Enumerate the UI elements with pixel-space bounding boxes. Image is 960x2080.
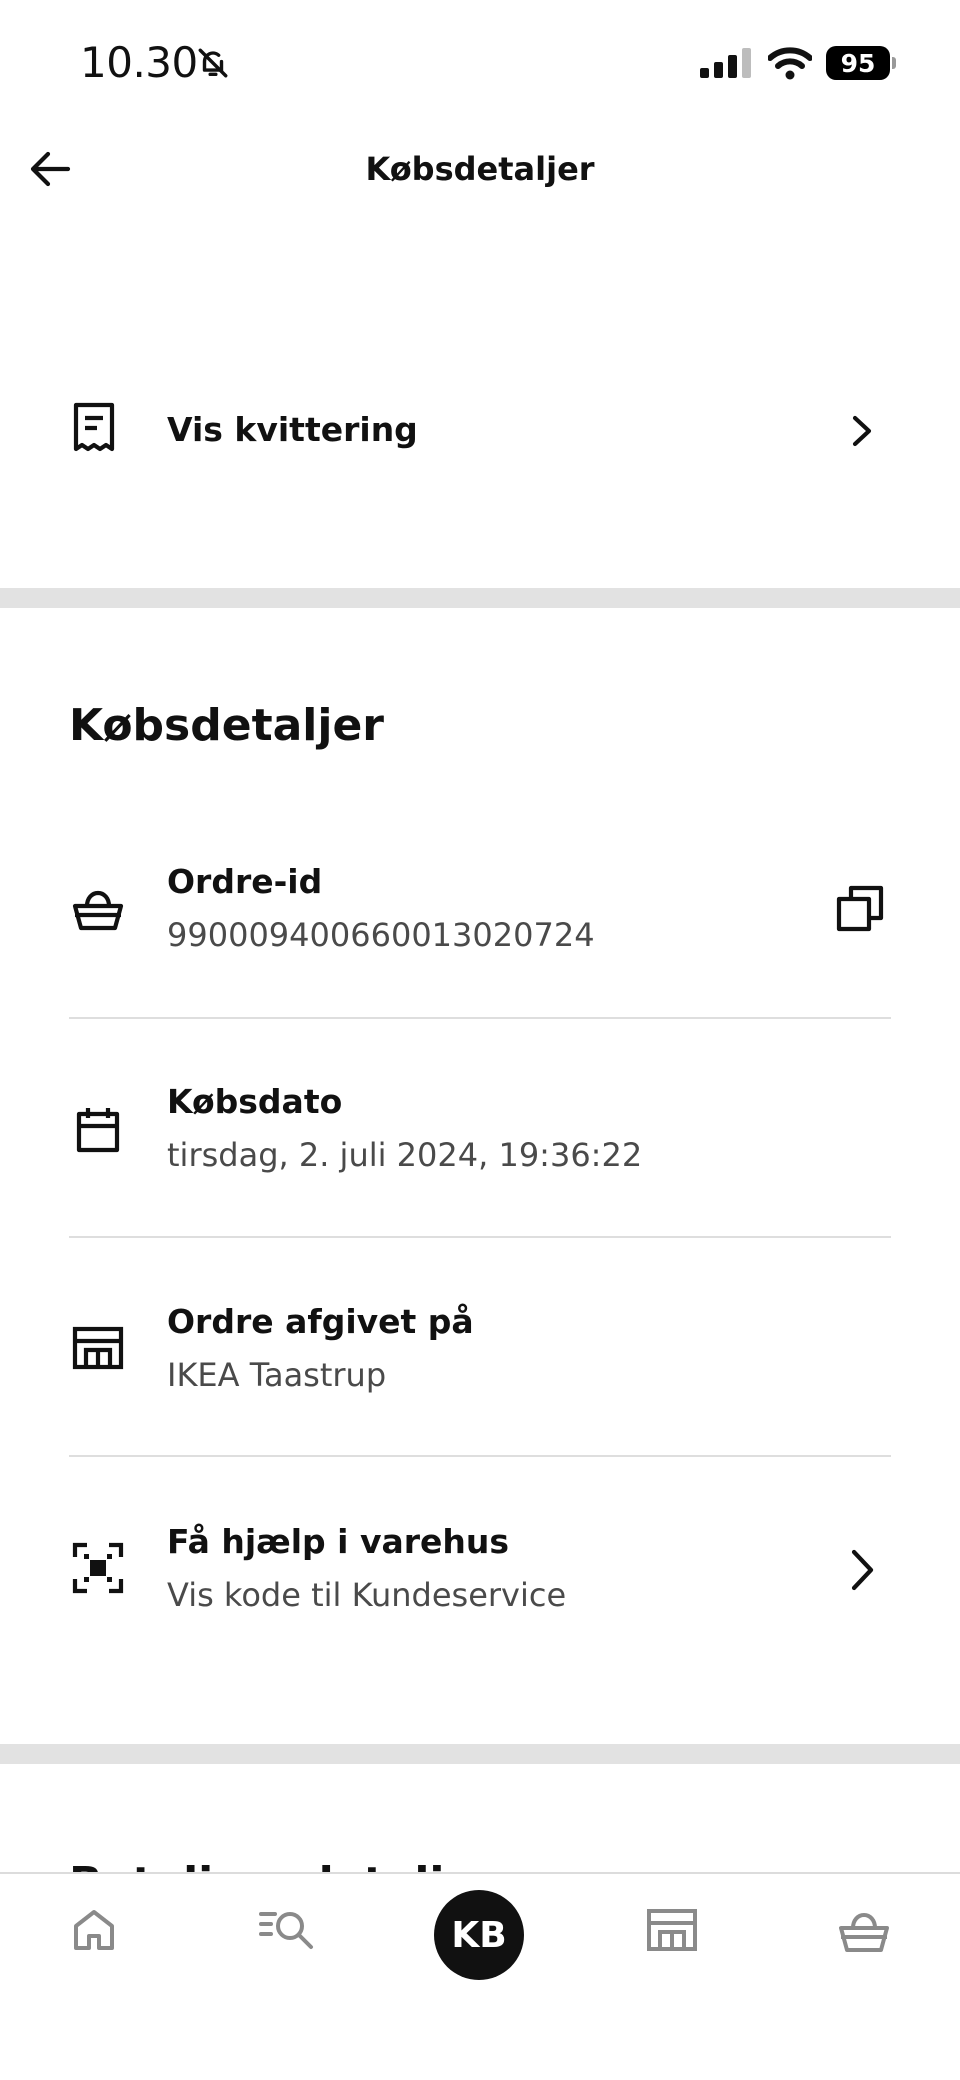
battery-indicator: 95 — [826, 46, 890, 80]
battery-tip — [892, 57, 896, 69]
order-id-row: Ordre-id 990009400660013020724 — [0, 850, 960, 1010]
placed-at-label: Ordre afgivet på — [167, 1302, 474, 1341]
search-icon — [259, 1912, 313, 1949]
row-divider — [69, 1017, 891, 1019]
nav-basket-button[interactable] — [838, 1910, 890, 1954]
calendar-icon — [76, 1105, 120, 1153]
basket-icon — [839, 1913, 889, 1952]
profile-avatar-button[interactable]: KB — [434, 1890, 524, 1980]
row-divider — [69, 1455, 891, 1457]
order-id-label: Ordre-id — [167, 862, 323, 901]
copy-icon — [836, 885, 884, 932]
chevron-right-icon — [848, 414, 876, 448]
copy-button[interactable] — [836, 884, 886, 934]
nav-store-button[interactable] — [646, 1908, 698, 1952]
row-divider — [69, 1236, 891, 1238]
page-title: Købsdetaljer — [365, 150, 595, 188]
section-separator — [0, 1744, 960, 1764]
store-icon — [647, 1909, 697, 1951]
order-id-value: 990009400660013020724 — [167, 916, 595, 954]
purchase-date-label: Købsdato — [167, 1082, 343, 1121]
bell-muted-icon — [196, 46, 230, 80]
chevron-right-icon — [846, 1548, 878, 1592]
home-icon — [74, 1910, 114, 1950]
basket-icon — [72, 888, 124, 932]
receipt-label: Vis kvittering — [167, 410, 418, 449]
section-title: Købsdetaljer — [69, 700, 385, 751]
next-section-title: Betalingsdetaljer — [69, 1852, 496, 1874]
receipt-icon — [72, 402, 116, 454]
section-separator — [0, 588, 960, 608]
purchase-date-row: Købsdato tirsdag, 2. juli 2024, 19:36:22 — [0, 1070, 960, 1230]
wifi-icon — [768, 46, 812, 80]
nav-home-button[interactable] — [72, 1908, 116, 1952]
store-help-row[interactable]: Få hjælp i varehus Vis kode til Kundeser… — [0, 1510, 960, 1670]
placed-at-row: Ordre afgivet på IKEA Taastrup — [0, 1290, 960, 1450]
placed-at-value: IKEA Taastrup — [167, 1356, 387, 1394]
purchase-date-value: tirsdag, 2. juli 2024, 19:36:22 — [167, 1136, 643, 1174]
signal-icon — [700, 48, 752, 78]
nav-search-button[interactable] — [258, 1908, 316, 1952]
store-icon — [72, 1326, 124, 1370]
receipt-row[interactable]: Vis kvittering — [0, 360, 960, 500]
store-help-label: Få hjælp i varehus — [167, 1522, 510, 1561]
qr-code-icon — [72, 1542, 124, 1594]
store-help-value: Vis kode til Kundeservice — [167, 1576, 567, 1614]
status-time: 10.30 — [80, 38, 198, 87]
